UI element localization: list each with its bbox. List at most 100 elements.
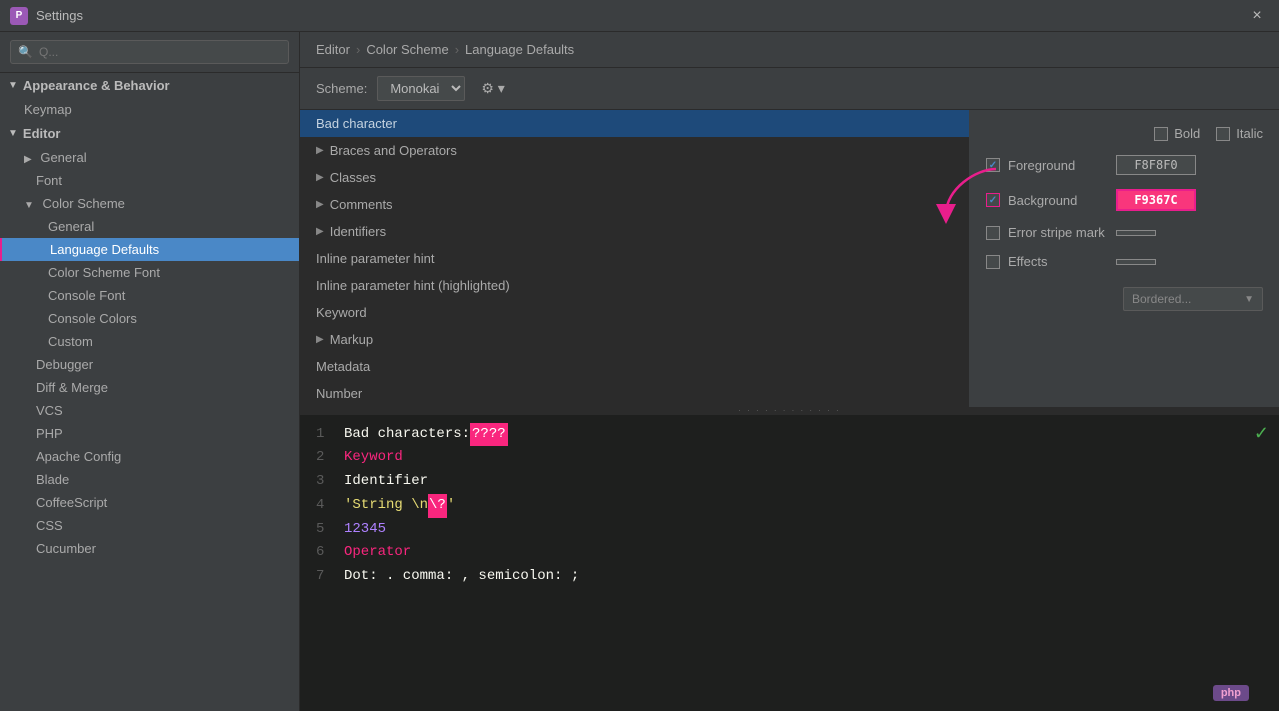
sidebar-item-label: VCS — [36, 403, 63, 418]
sidebar-item-custom[interactable]: Custom — [0, 330, 299, 353]
sidebar-item-diff-merge[interactable]: Diff & Merge — [0, 376, 299, 399]
line-number: 2 — [316, 446, 328, 470]
style-row: Bold Italic — [986, 126, 1263, 141]
chevron-right-icon: ▶ — [316, 172, 324, 183]
sidebar-item-console-colors[interactable]: Console Colors — [0, 307, 299, 330]
option-comments[interactable]: ▶ Comments — [300, 191, 969, 218]
sidebar-item-vcs[interactable]: VCS — [0, 399, 299, 422]
sidebar-item-editor[interactable]: ▼ Editor — [0, 121, 299, 146]
preview-number: 12345 — [344, 518, 386, 542]
preview-area: 1 Bad characters: ???? 2 Keyword 3 Ident… — [300, 415, 1279, 711]
bold-checkbox[interactable] — [1154, 127, 1168, 141]
foreground-checkbox[interactable] — [986, 158, 1000, 172]
italic-toggle[interactable]: Italic — [1216, 126, 1263, 141]
scheme-select[interactable]: Monokai — [377, 76, 465, 101]
option-keyword[interactable]: Keyword — [300, 299, 969, 326]
sidebar-item-keymap[interactable]: Keymap — [0, 98, 299, 121]
search-wrapper: 🔍 — [10, 40, 289, 64]
preview-string: 'String \n — [344, 494, 428, 518]
background-row: Background F9367C — [986, 189, 1263, 211]
effects-color-box[interactable] — [1116, 259, 1156, 265]
option-markup[interactable]: ▶ Markup — [300, 326, 969, 353]
scheme-label: Scheme: — [316, 81, 367, 96]
chevron-right-icon: ▶ — [24, 154, 32, 165]
content-area: Editor › Color Scheme › Language Default… — [300, 32, 1279, 711]
preview-string-end: ' — [447, 494, 455, 518]
chevron-down-icon: ▼ — [24, 200, 34, 211]
sidebar-item-label: Appearance & Behavior — [23, 78, 170, 93]
line-number: 6 — [316, 541, 328, 565]
italic-checkbox[interactable] — [1216, 127, 1230, 141]
effects-checkbox[interactable] — [986, 255, 1000, 269]
sidebar-item-language-defaults[interactable]: Language Defaults — [0, 238, 299, 261]
option-label: Identifiers — [330, 224, 386, 239]
preview-line-4: 4 'String \n\?' — [316, 494, 1263, 518]
sidebar-item-coffeescript[interactable]: CoffeeScript — [0, 491, 299, 514]
sidebar-item-blade[interactable]: Blade — [0, 468, 299, 491]
error-stripe-checkbox[interactable] — [986, 226, 1000, 240]
sidebar-item-general[interactable]: ▶ General — [0, 146, 299, 169]
sidebar-item-label: Diff & Merge — [36, 380, 108, 395]
option-braces-operators[interactable]: ▶ Braces and Operators — [300, 137, 969, 164]
sidebar-item-label: Apache Config — [36, 449, 121, 464]
scheme-gear-button[interactable]: ⚙ ▾ — [475, 78, 510, 99]
option-metadata[interactable]: Metadata — [300, 353, 969, 380]
italic-label: Italic — [1236, 126, 1263, 141]
sidebar-item-cs-general[interactable]: General — [0, 215, 299, 238]
option-inline-hint[interactable]: Inline parameter hint — [300, 245, 969, 272]
breadcrumb-language-defaults: Language Defaults — [465, 42, 574, 57]
foreground-color-box[interactable]: F8F8F0 — [1116, 155, 1196, 175]
error-stripe-row: Error stripe mark — [986, 225, 1263, 240]
chevron-down-icon: ▼ — [8, 128, 18, 139]
option-number[interactable]: Number — [300, 380, 969, 407]
escape-highlight: \? — [428, 494, 447, 518]
sidebar-item-debugger[interactable]: Debugger — [0, 353, 299, 376]
option-identifiers[interactable]: ▶ Identifiers — [300, 218, 969, 245]
sidebar-item-appearance[interactable]: ▼ Appearance & Behavior — [0, 73, 299, 98]
scheme-row: Scheme: Monokai ⚙ ▾ — [300, 68, 1279, 110]
option-label: Comments — [330, 197, 393, 212]
sidebar-item-label: Language Defaults — [50, 242, 159, 257]
sidebar-item-label: Font — [36, 173, 62, 188]
option-inline-hint-hl[interactable]: Inline parameter hint (highlighted) — [300, 272, 969, 299]
effects-dropdown-container: Bordered... ▼ — [1123, 287, 1263, 311]
option-bad-character[interactable]: Bad character — [300, 110, 969, 137]
right-panel: Bold Italic Foreground F8F8F0 Back — [970, 110, 1279, 407]
sidebar-item-color-scheme[interactable]: ▼ Color Scheme — [0, 192, 299, 215]
background-color-box[interactable]: F9367C — [1116, 189, 1196, 211]
bold-toggle[interactable]: Bold — [1154, 126, 1200, 141]
option-classes[interactable]: ▶ Classes — [300, 164, 969, 191]
chevron-down-icon: ▼ — [1244, 294, 1254, 305]
sidebar-item-console-font[interactable]: Console Font — [0, 284, 299, 307]
breadcrumb-color-scheme: Color Scheme — [366, 42, 448, 57]
bad-char-highlight: ???? — [470, 423, 508, 447]
search-input[interactable] — [10, 40, 289, 64]
resize-handle[interactable]: · · · · · · · · · · · · — [300, 407, 1279, 415]
background-checkbox[interactable] — [986, 193, 1000, 207]
sidebar-item-cucumber[interactable]: Cucumber — [0, 537, 299, 560]
close-button[interactable]: × — [1245, 4, 1269, 28]
preview-line-5: 5 12345 — [316, 518, 1263, 542]
sidebar-item-cs-font[interactable]: Color Scheme Font — [0, 261, 299, 284]
gear-icon: ⚙ ▾ — [481, 80, 504, 96]
error-stripe-color-box[interactable] — [1116, 230, 1156, 236]
preview-line-6: 6 Operator — [316, 541, 1263, 565]
middle-area: Bad character ▶ Braces and Operators ▶ C… — [300, 110, 1279, 407]
preview-line-1: 1 Bad characters: ???? — [316, 423, 1263, 447]
sidebar-item-css[interactable]: CSS — [0, 514, 299, 537]
sidebar-item-php[interactable]: PHP — [0, 422, 299, 445]
sidebar-item-label: Debugger — [36, 357, 93, 372]
search-container: 🔍 — [0, 32, 299, 73]
option-label: Metadata — [316, 359, 370, 374]
preview-identifier: Identifier — [344, 470, 428, 494]
chevron-down-icon: ▼ — [8, 80, 18, 91]
sidebar-item-label: General — [40, 150, 86, 165]
option-label: Braces and Operators — [330, 143, 457, 158]
sidebar-item-label: General — [48, 219, 94, 234]
sidebar-item-font[interactable]: Font — [0, 169, 299, 192]
preview-text: Bad characters: — [344, 423, 470, 447]
breadcrumb-sep-2: › — [455, 42, 459, 57]
effects-dropdown[interactable]: Bordered... ▼ — [1123, 287, 1263, 311]
sidebar-item-apache-config[interactable]: Apache Config — [0, 445, 299, 468]
sidebar-item-label: Editor — [23, 126, 61, 141]
